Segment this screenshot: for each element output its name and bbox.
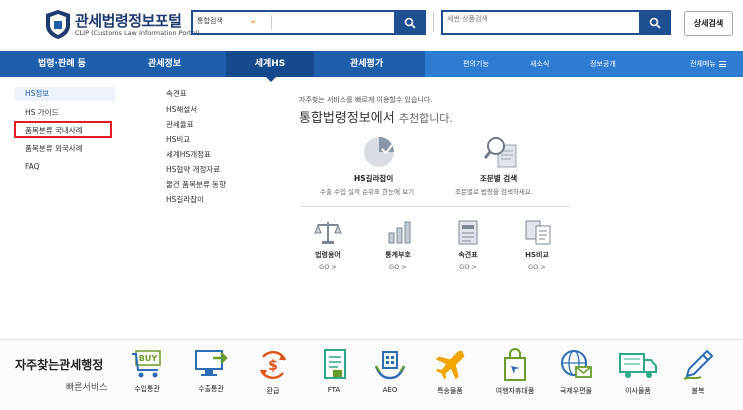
all-menu-label: 전체메뉴 xyxy=(690,60,716,68)
sub-menu-item[interactable]: HS비교 xyxy=(166,134,190,145)
service-label: 환급 xyxy=(266,387,280,395)
left-menu-hs-info[interactable]: HS정보 xyxy=(15,87,115,101)
nav-item-news[interactable]: 새소식 xyxy=(530,51,549,77)
nav-item-law[interactable]: 법령·판례 등 xyxy=(38,51,86,77)
logo-subtitle: CLIP (Customs Law Information Portal) xyxy=(75,29,200,37)
header: 관세법령정보포털 CLIP (Customs Law Information P… xyxy=(0,0,743,51)
service-label: 이사물품 xyxy=(625,387,651,395)
sub-menu-item[interactable]: 속견표 xyxy=(166,88,187,99)
fta-document-icon xyxy=(324,349,346,379)
footer-subtitle: 빠른서비스 xyxy=(66,383,108,393)
service-fta[interactable]: FTA xyxy=(304,348,364,408)
service-express-cargo[interactable]: 특송물품 xyxy=(420,348,480,408)
scale-icon[interactable] xyxy=(314,219,342,245)
quick-services-bar: 자주찾는관세행정 빠른서비스 BUY 수입통관 수출통관 $ 환급 FTA AE… xyxy=(0,339,743,410)
service-moving-goods[interactable]: 이사물품 xyxy=(608,348,668,408)
service-label: 특송물품 xyxy=(437,387,463,395)
search-icon xyxy=(404,17,416,29)
sub-menu-item[interactable]: HS해설서 xyxy=(166,104,197,115)
shopping-bag-icon xyxy=(504,348,526,381)
monitor-export-icon xyxy=(195,350,228,376)
hs-search-input[interactable] xyxy=(447,15,627,23)
advanced-search-button[interactable]: 상세검색 xyxy=(684,11,733,36)
service-label: 국제우편물 xyxy=(559,387,593,395)
sub-menu-item[interactable]: HS길라잡이 xyxy=(166,194,204,205)
all-menu-button[interactable]: 전체메뉴 xyxy=(690,51,726,77)
nav-item-world-hs[interactable]: 세계HS xyxy=(226,51,314,82)
intro-text: 자주찾는 서비스를 빠르게 이용할수 있습니다. xyxy=(299,96,433,104)
service-export-clearance[interactable]: 수출통관 xyxy=(181,348,241,408)
dollar-refund-icon: $ xyxy=(259,350,287,380)
service-refund[interactable]: $ 환급 xyxy=(243,348,303,408)
feature-hs-guide-title[interactable]: HS길라잡이 xyxy=(354,173,393,184)
nav-item-valuation[interactable]: 관세평가 xyxy=(350,51,383,77)
quick-link-terms[interactable]: 법령용어 xyxy=(303,250,353,260)
pie-chart-icon[interactable] xyxy=(362,135,396,169)
globe-mail-icon xyxy=(561,350,592,378)
service-label: AEO xyxy=(382,386,398,394)
left-menu-hs-guide[interactable]: HS 가이드 xyxy=(25,107,58,118)
left-menu-faq[interactable]: FAQ xyxy=(25,162,40,171)
nav-item-customs-info[interactable]: 관세정보 xyxy=(148,51,181,77)
service-label: 수입통관 xyxy=(134,385,160,393)
intro-heading-sub: 추천합니다. xyxy=(398,112,453,125)
section-divider xyxy=(300,206,570,207)
left-menu-foreign-cases[interactable]: 품목분류 외국사례 xyxy=(25,143,83,154)
nav-item-convenience[interactable]: 편의기능 xyxy=(463,51,489,77)
search-button[interactable] xyxy=(394,10,426,35)
quick-link-go[interactable]: GO > xyxy=(512,263,562,271)
service-label: 불복 xyxy=(691,387,705,395)
footer-title: 자주찾는관세행정 xyxy=(15,358,104,372)
buy-cart-icon: BUY xyxy=(132,350,161,378)
quick-link-quick-table[interactable]: 속견표 xyxy=(443,250,493,260)
sub-menu-item[interactable]: 관세율표 xyxy=(166,119,194,130)
customs-logo-icon[interactable] xyxy=(44,9,72,40)
main-nav: 법령·판례 등 관세정보 세계HS 관세평가 편의기능 새소식 정보공개 전체메… xyxy=(0,51,743,82)
service-aeo[interactable]: AEO xyxy=(360,348,420,408)
feature-article-search-desc: 조문별로 법령을 검색하세요. xyxy=(455,188,533,196)
hs-search-button[interactable] xyxy=(639,10,671,35)
search-scope-select[interactable]: 통합검색 xyxy=(197,16,223,26)
hamburger-icon xyxy=(718,61,726,67)
magnifier-document-icon[interactable] xyxy=(484,135,520,169)
service-traveler-goods[interactable]: 여행자휴대품 xyxy=(485,348,545,408)
service-appeal[interactable]: 불복 xyxy=(668,348,728,408)
quick-link-hs-compare[interactable]: HS비교 xyxy=(512,250,562,260)
integrated-search-box: 통합검색 ⌄ xyxy=(191,10,426,35)
service-import-clearance[interactable]: BUY 수입통관 xyxy=(117,348,177,408)
search-icon xyxy=(649,17,661,29)
intro-heading-main: 통합법령정보에서 xyxy=(299,111,395,126)
compare-documents-icon[interactable] xyxy=(524,219,552,245)
sub-menu-item[interactable]: 세계HS개정표 xyxy=(166,149,211,160)
header-divider xyxy=(433,12,434,32)
service-international-mail[interactable]: 국제우편물 xyxy=(546,348,606,408)
bar-chart-icon[interactable] xyxy=(386,219,414,245)
truck-icon xyxy=(619,353,657,378)
svg-text:BUY: BUY xyxy=(139,354,158,363)
quick-link-stat-codes[interactable]: 통계부호 xyxy=(373,250,423,260)
intro-heading: 통합법령정보에서 추천합니다. xyxy=(299,107,453,126)
aeo-building-icon xyxy=(374,351,406,380)
document-icon[interactable] xyxy=(455,219,481,246)
quick-link-go[interactable]: GO > xyxy=(303,263,353,271)
quick-link-go[interactable]: GO > xyxy=(443,263,493,271)
service-label: 수출통관 xyxy=(198,385,224,393)
nav-item-disclosure[interactable]: 정보공개 xyxy=(590,51,616,77)
chevron-down-icon[interactable]: ⌄ xyxy=(249,15,257,26)
sub-menu-item[interactable]: 물건 품목분류 동향 xyxy=(166,179,226,190)
highlight-box xyxy=(14,121,112,138)
hs-search-box xyxy=(441,10,671,35)
svg-text:$: $ xyxy=(268,358,278,374)
search-separator xyxy=(271,15,272,30)
quick-link-go[interactable]: GO > xyxy=(373,263,423,271)
service-label: 여행자휴대품 xyxy=(495,387,535,395)
feature-hs-guide-desc: 수출 수입 실적 순위표 한눈에 보기 xyxy=(320,188,415,196)
pen-icon xyxy=(683,349,714,380)
sub-menu-item[interactable]: HS협약 개정자료 xyxy=(166,164,220,175)
feature-article-search-title[interactable]: 조문별 검색 xyxy=(480,173,517,184)
logo-title[interactable]: 관세법령정보포털 xyxy=(75,10,182,31)
service-label: FTA xyxy=(327,386,341,394)
airplane-icon xyxy=(435,350,465,380)
